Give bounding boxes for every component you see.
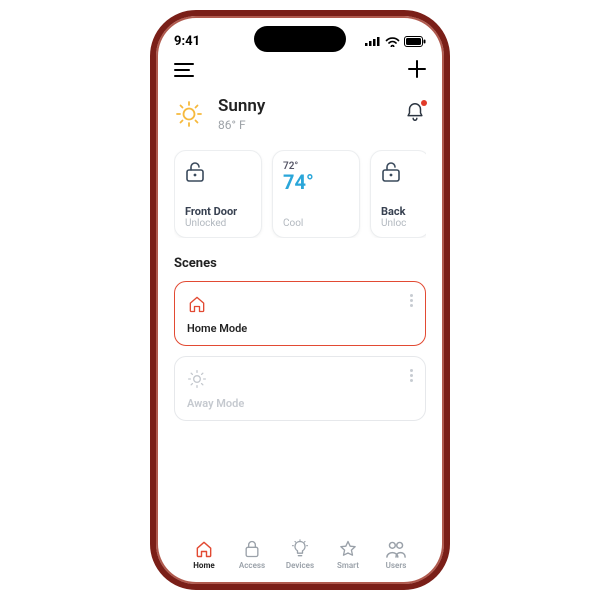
device-card-back-door[interactable]: Back Unloc — [370, 150, 426, 238]
unlock-icon — [185, 161, 205, 183]
device-card-thermostat[interactable]: 72° 74° Cool — [272, 150, 360, 238]
scene-label: Home Mode — [187, 322, 413, 335]
scene-more-button[interactable] — [410, 369, 413, 382]
tab-label: Home — [193, 561, 214, 570]
card-status: Cool — [283, 218, 349, 229]
scene-label: Away Mode — [187, 397, 413, 410]
weather-summary: Sunny 86° F — [174, 96, 265, 132]
home-icon — [194, 539, 214, 559]
sun-outline-icon — [187, 369, 207, 389]
dynamic-island — [254, 26, 346, 52]
sun-icon — [174, 99, 204, 129]
tab-devices[interactable]: Devices — [276, 539, 324, 570]
status-indicators — [365, 36, 426, 47]
card-status: Unlocked — [185, 218, 251, 229]
card-status: Unloc — [381, 218, 419, 229]
home-icon — [187, 294, 207, 314]
tab-label: Smart — [337, 561, 359, 570]
tab-access[interactable]: Access — [228, 539, 276, 570]
hamburger-icon — [174, 63, 194, 77]
users-icon — [385, 539, 407, 559]
weather-temperature: 86° F — [218, 118, 265, 132]
lock-icon — [242, 539, 262, 559]
device-cards: Front Door Unlocked 72° 74° Cool Back Un… — [174, 150, 426, 238]
menu-button[interactable] — [174, 62, 194, 81]
tab-home[interactable]: Home — [180, 539, 228, 570]
star-icon — [338, 539, 358, 559]
battery-icon — [404, 36, 426, 47]
cellular-icon — [365, 36, 381, 46]
bottom-tab-bar: Home Access Devices Smart Users — [174, 530, 426, 584]
scene-away-mode[interactable]: Away Mode — [174, 356, 426, 421]
tab-users[interactable]: Users — [372, 539, 420, 570]
card-title: Front Door — [185, 205, 251, 218]
wifi-icon — [385, 36, 400, 47]
tab-label: Access — [239, 561, 265, 570]
add-button[interactable] — [408, 60, 426, 82]
scenes-title: Scenes — [174, 256, 426, 271]
tab-label: Users — [386, 561, 407, 570]
plus-icon — [408, 60, 426, 78]
status-time: 9:41 — [174, 34, 200, 49]
weather-condition: Sunny — [218, 96, 265, 116]
phone-frame: 9:41 Sunny 86° F — [150, 10, 450, 590]
device-card-front-door[interactable]: Front Door Unlocked — [174, 150, 262, 238]
tab-smart[interactable]: Smart — [324, 539, 372, 570]
scene-home-mode[interactable]: Home Mode — [174, 281, 426, 346]
bulb-icon — [290, 539, 310, 559]
unlock-icon — [381, 161, 401, 183]
scene-more-button[interactable] — [410, 294, 413, 307]
tab-label: Devices — [286, 561, 314, 570]
notifications-button[interactable] — [404, 101, 426, 127]
notification-dot — [421, 100, 427, 106]
card-title: Back — [381, 205, 419, 218]
card-big-reading: 74° — [283, 172, 349, 192]
